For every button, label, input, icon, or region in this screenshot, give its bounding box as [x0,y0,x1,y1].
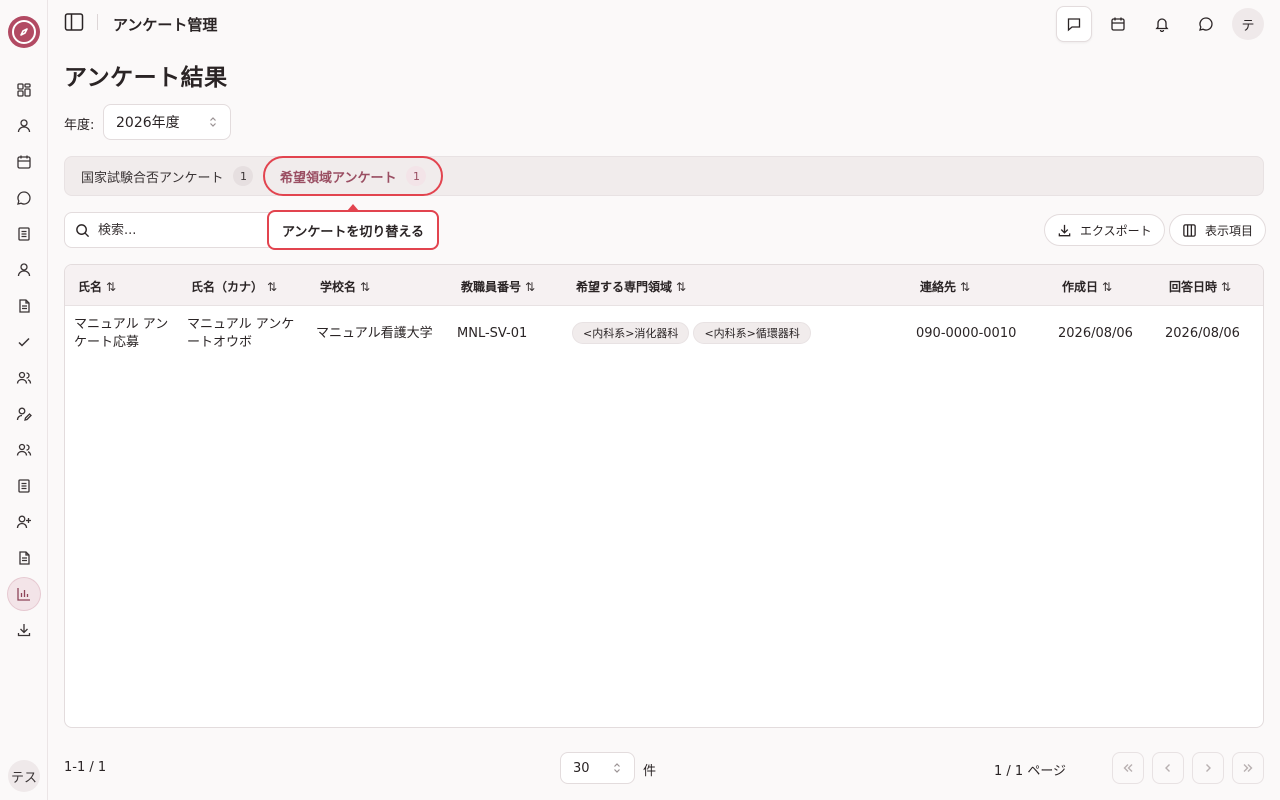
chart-icon[interactable] [8,578,40,610]
notifications-button[interactable] [1146,8,1178,40]
calendar-icon [1110,16,1126,32]
chevron-up-down-icon [208,116,218,128]
tab-label: 国家試験合否アンケート [81,170,224,186]
chevron-right-icon [1201,761,1215,775]
area-tag: <内科系>循環器科 [693,322,811,344]
feedback-button[interactable] [1056,6,1092,42]
columns-button[interactable]: 表示項目 [1169,214,1267,246]
column-header-contact[interactable]: 連絡先 ⇅ [920,278,970,295]
search-box[interactable] [64,212,280,248]
cell-name: マニュアル アン ケート応募 [74,317,169,350]
header-divider [97,14,98,30]
check-icon[interactable] [12,330,36,354]
person-icon[interactable] [12,258,36,282]
user-avatar[interactable]: テス [8,760,40,792]
file-icon[interactable] [12,294,36,318]
cell-school: マニュアル看護大学 [316,326,433,341]
download-icon[interactable] [12,618,36,642]
export-button[interactable]: エクスポート [1044,214,1165,246]
message-square-icon [1066,16,1082,32]
per-page-select[interactable]: 30 [560,752,635,784]
column-header-name[interactable]: 氏名 ⇅ [78,278,116,295]
cell-areas: <内科系>消化器科 <内科系>循環器科 [572,322,815,344]
columns-icon [1182,223,1197,238]
last-page-button[interactable] [1232,752,1264,784]
calendar-icon[interactable] [12,150,36,174]
sort-icon: ⇅ [676,279,687,294]
header-avatar[interactable]: テ [1232,8,1264,40]
calendar-button[interactable] [1102,8,1134,40]
column-header-created[interactable]: 作成日 ⇅ [1062,278,1112,295]
chat-icon [1198,16,1214,32]
page-info: 1 / 1 ページ [994,764,1067,779]
sort-icon: ⇅ [106,279,117,294]
compass-icon [12,20,36,44]
chevrons-left-icon [1121,761,1135,775]
page-title: アンケート結果 [64,65,228,91]
export-label: エクスポート [1080,223,1152,238]
tab-highlight-ring [263,156,443,196]
messages-button[interactable] [1190,8,1222,40]
sort-icon: ⇅ [960,279,971,294]
search-input[interactable] [98,222,248,238]
sort-icon: ⇅ [360,279,371,294]
user-plus-icon[interactable] [12,510,36,534]
bell-icon [1154,16,1170,32]
chevron-left-icon [1161,761,1175,775]
result-range: 1-1 / 1 [64,760,107,775]
year-value: 2026年度 [116,115,180,131]
user-icon[interactable] [12,114,36,138]
list-icon[interactable] [12,474,36,498]
per-page-unit: 件 [643,764,657,779]
survey-tabs: 国家試験合否アンケート 1 希望領域アンケート 1 [64,156,1264,196]
chevrons-right-icon [1241,761,1255,775]
group-icon[interactable] [12,438,36,462]
cell-contact: 090-0000-0010 [916,326,1017,341]
columns-label: 表示項目 [1205,223,1254,238]
sort-icon: ⇅ [1221,279,1232,294]
year-label: 年度: [64,118,95,133]
cell-created: 2026/08/06 [1058,326,1133,341]
column-header-areas[interactable]: 希望する専門領域 ⇅ [576,278,686,295]
column-header-answered[interactable]: 回答日時 ⇅ [1169,278,1231,295]
prev-page-button[interactable] [1152,752,1184,784]
users-icon[interactable] [12,366,36,390]
first-page-button[interactable] [1112,752,1144,784]
results-table: 氏名 ⇅ 氏名（カナ） ⇅ 学校名 ⇅ 教職員番号 ⇅ 希望する専門領域 ⇅ 連絡先 ⇅ 作… [64,264,1264,728]
sort-icon: ⇅ [525,279,536,294]
chat-icon[interactable] [12,186,36,210]
header-title: アンケート管理 [113,16,218,34]
sidebar-toggle-icon[interactable] [64,12,84,32]
column-header-kana[interactable]: 氏名（カナ） ⇅ [191,278,277,295]
search-icon [75,223,90,238]
dashboard-icon[interactable] [12,78,36,102]
table-header: 氏名 ⇅ 氏名（カナ） ⇅ 学校名 ⇅ 教職員番号 ⇅ 希望する専門領域 ⇅ 連絡先 ⇅ 作… [65,265,1263,306]
tab-national-exam-survey[interactable]: 国家試験合否アンケート 1 [65,161,263,191]
cell-staff-no: MNL-SV-01 [457,326,528,341]
tab-count-badge: 1 [233,166,254,186]
cell-answered: 2026/08/06 [1165,326,1240,341]
per-page-value: 30 [573,760,590,776]
app-logo[interactable] [8,16,40,48]
column-header-school[interactable]: 学校名 ⇅ [320,278,370,295]
top-bar: アンケート管理 テ [48,0,1280,48]
next-page-button[interactable] [1192,752,1224,784]
tooltip-switch-survey: アンケートを切り替える [267,210,439,250]
sidebar: テス [0,0,48,800]
year-select[interactable]: 2026年度 [103,104,231,140]
sort-icon: ⇅ [267,279,278,294]
user-edit-icon[interactable] [12,402,36,426]
column-header-staff-no[interactable]: 教職員番号 ⇅ [461,278,535,295]
download-icon [1057,223,1072,238]
area-tag: <内科系>消化器科 [572,322,690,344]
document-icon[interactable] [12,222,36,246]
cell-kana: マニュアル アンケ ートオウボ [187,317,295,350]
report-icon[interactable] [12,546,36,570]
chevron-up-down-icon [612,762,622,774]
sort-icon: ⇅ [1102,279,1113,294]
